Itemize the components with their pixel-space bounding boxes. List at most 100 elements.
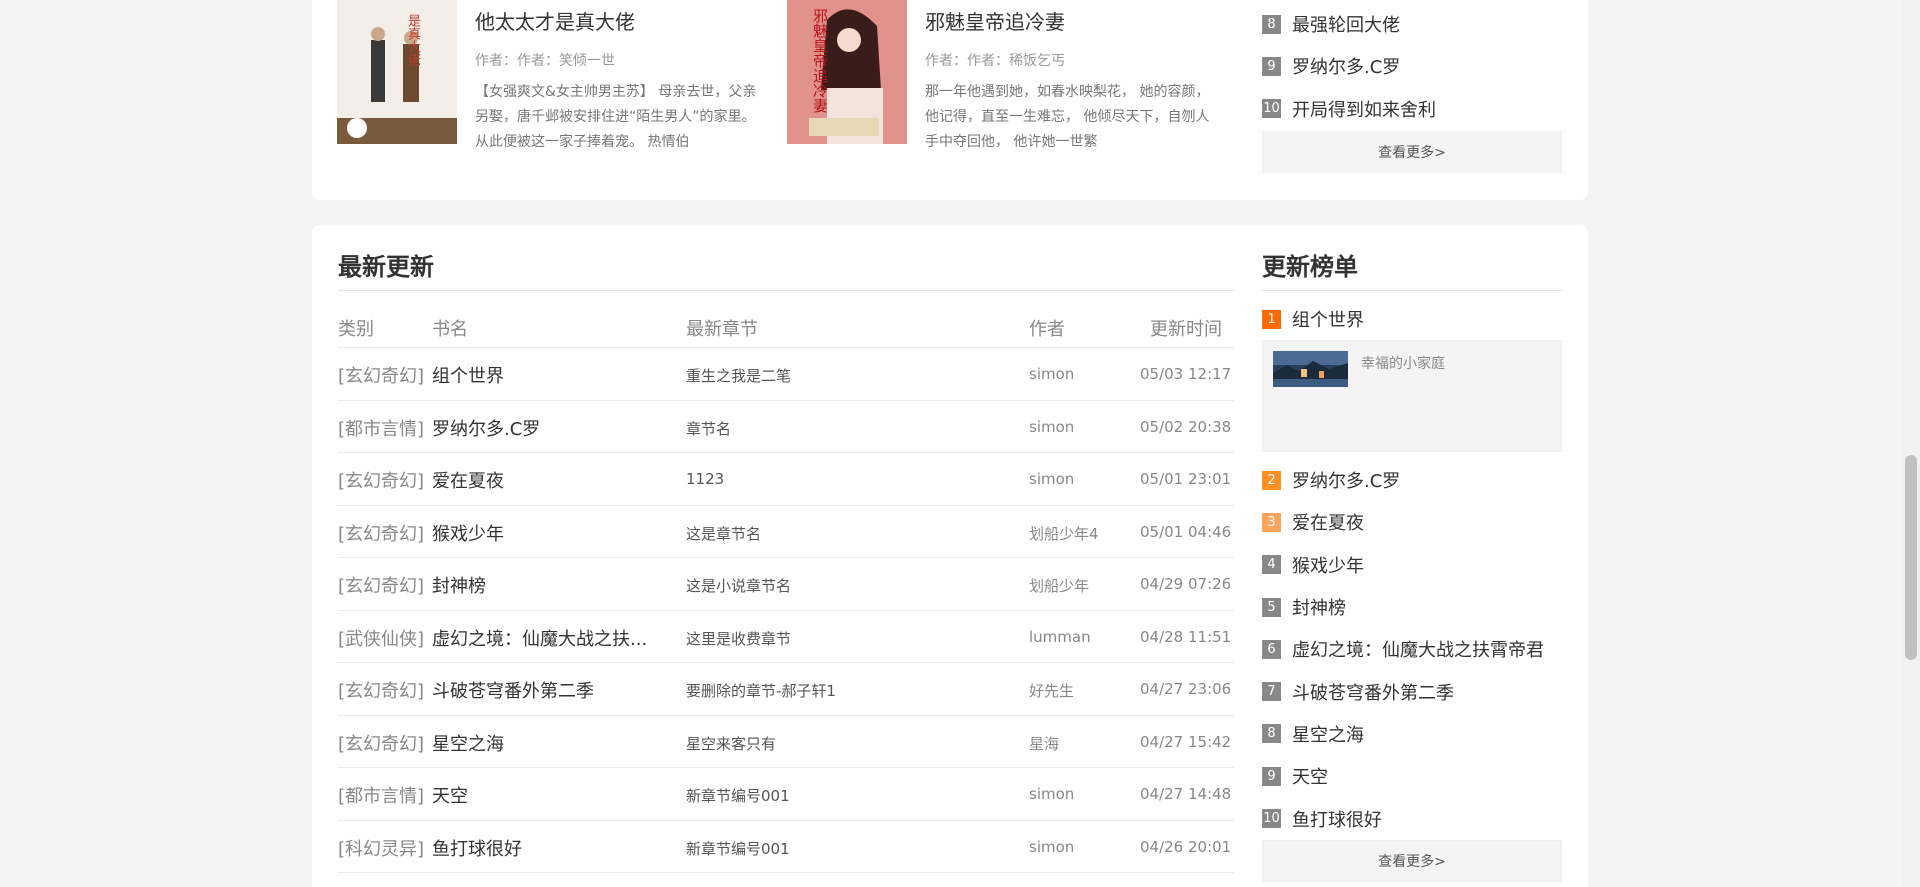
row-author: simon <box>1029 365 1075 383</box>
view-more-button[interactable]: 查看更多> <box>1262 131 1562 173</box>
row-chapter[interactable]: 这里是收费章节 <box>686 628 791 649</box>
rank-item[interactable]: 9 天空 <box>1262 755 1544 797</box>
row-category[interactable]: [都市言情] <box>338 782 424 808</box>
row-book-name[interactable]: 虚幻之境：仙魔大战之扶... <box>432 625 647 651</box>
update-rank-first: 1 组个世界 <box>1262 298 1364 340</box>
row-book-name[interactable]: 罗纳尔多.C罗 <box>432 415 540 441</box>
row-time: 04/27 23:06 <box>1140 680 1232 698</box>
rank-item[interactable]: 4 猴戏少年 <box>1262 544 1544 586</box>
rank-item[interactable]: 8 星空之海 <box>1262 713 1544 755</box>
view-more-button[interactable]: 查看更多> <box>1262 840 1562 882</box>
row-author: 划船少年 <box>1029 577 1090 595</box>
row-author: 划船少年4 <box>1029 524 1099 543</box>
rank-item[interactable]: 10 开局得到如来舍利 <box>1262 88 1436 130</box>
rank-first-detail[interactable]: 幸福的小家庭 <box>1262 340 1562 452</box>
rank-item-name[interactable]: 爱在夏夜 <box>1292 509 1364 535</box>
row-chapter[interactable]: 这是小说章节名 <box>686 575 791 596</box>
header-update-time: 更新时间 <box>1150 319 1222 340</box>
rank-number-badge: 3 <box>1262 512 1281 532</box>
rank-item[interactable]: 5 封神榜 <box>1262 586 1544 628</box>
rank-item-name[interactable]: 罗纳尔多.C罗 <box>1292 53 1400 79</box>
row-time: 04/28 11:51 <box>1140 627 1232 646</box>
rank-item-name[interactable]: 最强轮回大佬 <box>1292 11 1400 37</box>
cover-title-text: 是真大佬 <box>405 14 420 66</box>
rank-item[interactable]: 10 鱼打球很好 <box>1262 797 1544 839</box>
rank-item-name[interactable]: 猴戏少年 <box>1292 552 1364 578</box>
rank-number-badge: 1 <box>1262 309 1281 329</box>
rank-item-name[interactable]: 天空 <box>1292 763 1328 789</box>
rank-number-badge: 9 <box>1262 56 1281 76</box>
table-header: 类别 书名 最新章节 作者 更新时间 <box>338 307 1234 347</box>
row-chapter[interactable]: 新章节编号001 <box>686 838 790 859</box>
rank-number-badge: 2 <box>1262 470 1281 490</box>
table-row: [玄幻奇幻] 封神榜 这是小说章节名 划船少年 04/29 07:26 <box>338 557 1234 610</box>
row-author: simon <box>1029 470 1075 488</box>
header-author: 作者 <box>1029 319 1065 340</box>
row-category[interactable]: [玄幻奇幻] <box>338 730 424 756</box>
row-book-name[interactable]: 组个世界 <box>432 362 504 388</box>
row-category[interactable]: [玄幻奇幻] <box>338 677 424 703</box>
rank-item-name[interactable]: 鱼打球很好 <box>1292 806 1382 832</box>
row-book-name[interactable]: 封神榜 <box>432 572 486 598</box>
row-chapter[interactable]: 重生之我是二笔 <box>686 365 791 386</box>
table-row: [都市言情] 罗纳尔多.C罗 章节名 simon 05/02 20:38 <box>338 399 1234 453</box>
book-title[interactable]: 邪魅皇帝追冷妻 <box>925 6 1065 35</box>
book-cover-image[interactable] <box>1273 351 1348 387</box>
rank-item[interactable]: 9 罗纳尔多.C罗 <box>1262 45 1436 87</box>
scrollbar-thumb[interactable] <box>1905 455 1917 660</box>
book-cover-image[interactable]: 邪魅皇帝追冷妻 <box>787 0 907 144</box>
rank-item-name[interactable]: 封神榜 <box>1292 594 1346 620</box>
row-chapter[interactable]: 1123 <box>686 470 724 488</box>
row-book-name[interactable]: 爱在夏夜 <box>432 467 504 493</box>
rank-item[interactable]: 7 斗破苍穹番外第二季 <box>1262 670 1544 712</box>
row-book-name[interactable]: 鱼打球很好 <box>432 835 522 861</box>
row-chapter[interactable]: 新章节编号001 <box>686 785 790 806</box>
row-category[interactable]: [玄幻奇幻] <box>338 572 424 598</box>
row-chapter[interactable]: 章节名 <box>686 418 731 439</box>
row-category[interactable]: [玄幻奇幻] <box>338 520 424 546</box>
table-row: [武侠仙侠] 虚幻之境：仙魔大战之扶... 这里是收费章节 lumman 04/… <box>338 609 1234 663</box>
row-category[interactable]: [玄幻奇幻] <box>338 467 424 493</box>
rank-item-name[interactable]: 星空之海 <box>1292 721 1364 747</box>
row-time: 04/26 20:01 <box>1140 837 1232 856</box>
page-scrollbar[interactable] <box>1902 0 1920 887</box>
rank-item[interactable]: 2 罗纳尔多.C罗 <box>1262 459 1544 501</box>
rank-number-badge: 8 <box>1262 14 1281 34</box>
featured-panel: 是真大佬 他太太才是真大佬 作者：作者：笑倾一世 【女强爽文&女主帅男主苏】 母… <box>312 0 1588 200</box>
row-book-name[interactable]: 猴戏少年 <box>432 520 504 546</box>
row-author: simon <box>1029 837 1075 856</box>
rank-item-name[interactable]: 虚幻之境：仙魔大战之扶霄帝君 <box>1292 636 1544 662</box>
row-category[interactable]: [玄幻奇幻] <box>338 362 424 388</box>
row-chapter[interactable]: 要删除的章节-郝子轩1 <box>686 680 836 701</box>
rank-item[interactable]: 3 爱在夏夜 <box>1262 501 1544 543</box>
book-title[interactable]: 他太太才是真大佬 <box>475 6 635 35</box>
row-chapter[interactable]: 这是章节名 <box>686 523 761 544</box>
row-category[interactable]: [科幻灵异] <box>338 835 424 861</box>
row-book-name[interactable]: 斗破苍穹番外第二季 <box>432 677 594 703</box>
row-author: 星海 <box>1029 734 1060 753</box>
rank-item[interactable]: 8 最强轮回大佬 <box>1262 3 1436 45</box>
rank-item-name[interactable]: 组个世界 <box>1292 306 1364 332</box>
rank-item-name[interactable]: 罗纳尔多.C罗 <box>1292 467 1400 493</box>
row-category[interactable]: [都市言情] <box>338 415 424 441</box>
rank-number-badge: 4 <box>1262 555 1281 575</box>
section-divider <box>1262 290 1562 291</box>
table-row: [玄幻奇幻] 斗破苍穹番外第二季 要删除的章节-郝子轩1 好先生 04/27 2… <box>338 662 1234 715</box>
rank-item-name[interactable]: 斗破苍穹番外第二季 <box>1292 679 1454 705</box>
header-book-name: 书名 <box>432 319 468 340</box>
row-time: 04/27 15:42 <box>1140 732 1232 751</box>
book-cover-image[interactable]: 是真大佬 <box>337 0 457 144</box>
row-chapter[interactable]: 星空来客只有 <box>686 733 776 754</box>
table-row: [玄幻奇幻] 爱在夏夜 1123 simon 05/01 23:01 <box>338 452 1234 505</box>
row-book-name[interactable]: 星空之海 <box>432 730 504 756</box>
table-row: [玄幻奇幻] 组个世界 重生之我是二笔 simon 05/03 12:17 <box>338 347 1234 400</box>
row-book-name[interactable]: 天空 <box>432 782 468 808</box>
rank-item[interactable]: 6 虚幻之境：仙魔大战之扶霄帝君 <box>1262 628 1544 670</box>
book-description: 那一年他遇到她，如春水映梨花， 她的容颜，他记得，直至一生难忘， 他倾尽天下，自… <box>925 84 1210 150</box>
row-time: 04/29 07:26 <box>1140 575 1232 593</box>
rank-item-name[interactable]: 开局得到如来舍利 <box>1292 96 1436 122</box>
rank-item[interactable]: 1 组个世界 <box>1262 298 1364 340</box>
row-author: 好先生 <box>1029 682 1075 700</box>
row-category[interactable]: [武侠仙侠] <box>338 625 424 651</box>
row-time: 05/01 23:01 <box>1140 470 1232 488</box>
